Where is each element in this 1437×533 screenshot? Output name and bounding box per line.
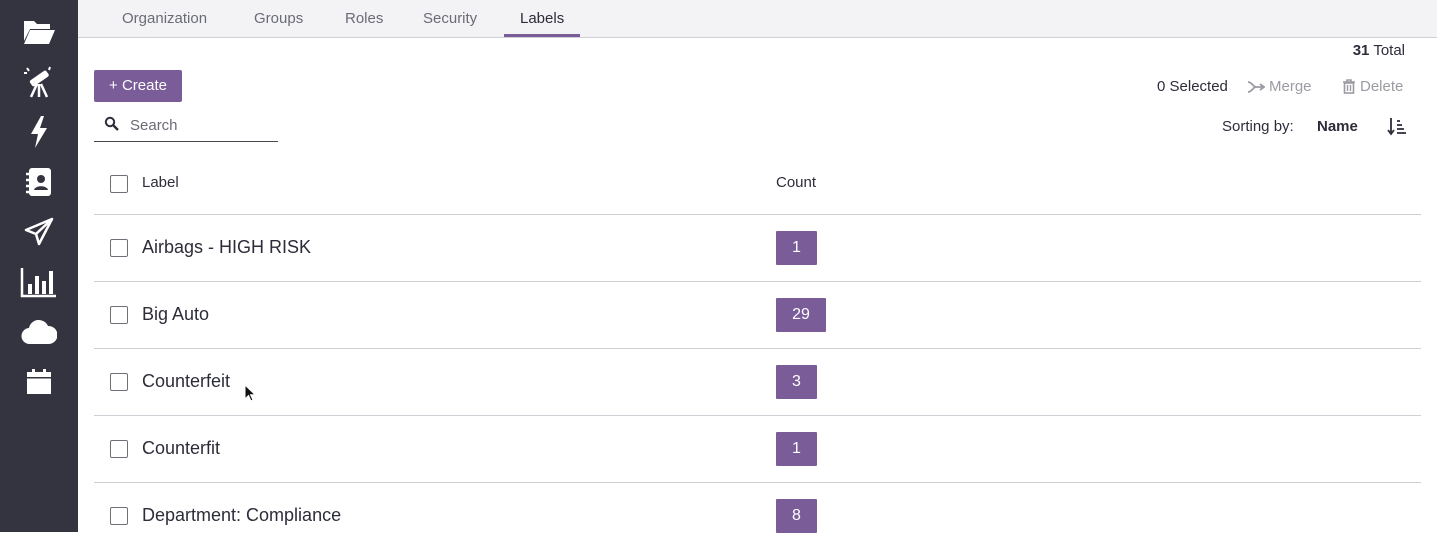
divider [94, 214, 1421, 215]
delete-button[interactable]: Delete [1342, 78, 1403, 95]
row-checkbox[interactable] [110, 239, 128, 257]
tab-organization[interactable]: Organization [122, 0, 207, 37]
row-checkbox[interactable] [110, 440, 128, 458]
row-checkbox[interactable] [110, 306, 128, 324]
delete-label: Delete [1360, 78, 1404, 95]
row-checkbox[interactable] [110, 507, 128, 525]
paper-plane-icon[interactable] [19, 214, 59, 250]
tab-groups[interactable]: Groups [254, 0, 303, 37]
tab-roles[interactable]: Roles [345, 0, 383, 37]
merge-icon [1247, 80, 1265, 93]
selected-count: 0 Selected [1157, 78, 1228, 95]
row-checkbox[interactable] [110, 373, 128, 391]
search-box [94, 108, 278, 142]
search-icon [104, 116, 120, 137]
column-header-count[interactable]: Count [776, 174, 816, 191]
merge-button[interactable]: Merge [1247, 78, 1312, 95]
count-badge: 1 [776, 432, 817, 466]
sort-direction-icon[interactable] [1387, 116, 1407, 141]
tab-security[interactable]: Security [423, 0, 477, 37]
total-label: Total [1373, 42, 1405, 59]
calendar-icon[interactable] [19, 364, 59, 400]
tab-bar: Organization Groups Roles Security Label… [78, 0, 1437, 38]
total-count: 31 Total [1353, 42, 1405, 59]
create-button[interactable]: + Create [94, 70, 182, 102]
count-badge: 8 [776, 499, 817, 533]
tab-labels[interactable]: Labels [503, 0, 581, 37]
bar-chart-icon[interactable] [19, 264, 59, 300]
folder-open-icon[interactable] [19, 14, 59, 50]
count-badge: 29 [776, 298, 826, 332]
merge-label: Merge [1269, 78, 1312, 95]
row-label[interactable]: Counterfeit [142, 371, 230, 392]
sidebar [0, 0, 78, 532]
divider [94, 281, 1421, 282]
sort-label: Sorting by: [1222, 118, 1294, 135]
cloud-icon[interactable] [19, 314, 59, 350]
count-badge: 3 [776, 365, 817, 399]
trash-icon [1343, 79, 1355, 94]
divider [94, 482, 1421, 483]
count-badge: 1 [776, 231, 817, 265]
divider [94, 415, 1421, 416]
select-all-checkbox[interactable] [110, 175, 128, 193]
divider [94, 348, 1421, 349]
total-number: 31 [1352, 42, 1370, 59]
sort-field-select[interactable]: Name [1317, 118, 1358, 135]
telescope-icon[interactable] [19, 64, 59, 100]
mouse-cursor-icon [244, 383, 257, 407]
search-input[interactable] [128, 112, 278, 138]
lightning-icon[interactable] [19, 114, 59, 150]
row-label[interactable]: Counterfit [142, 438, 220, 459]
row-label[interactable]: Department: Compliance [142, 505, 341, 526]
contacts-book-icon[interactable] [19, 164, 59, 200]
column-header-label[interactable]: Label [142, 174, 179, 191]
row-label[interactable]: Big Auto [142, 304, 209, 325]
row-label[interactable]: Airbags - HIGH RISK [142, 237, 311, 258]
